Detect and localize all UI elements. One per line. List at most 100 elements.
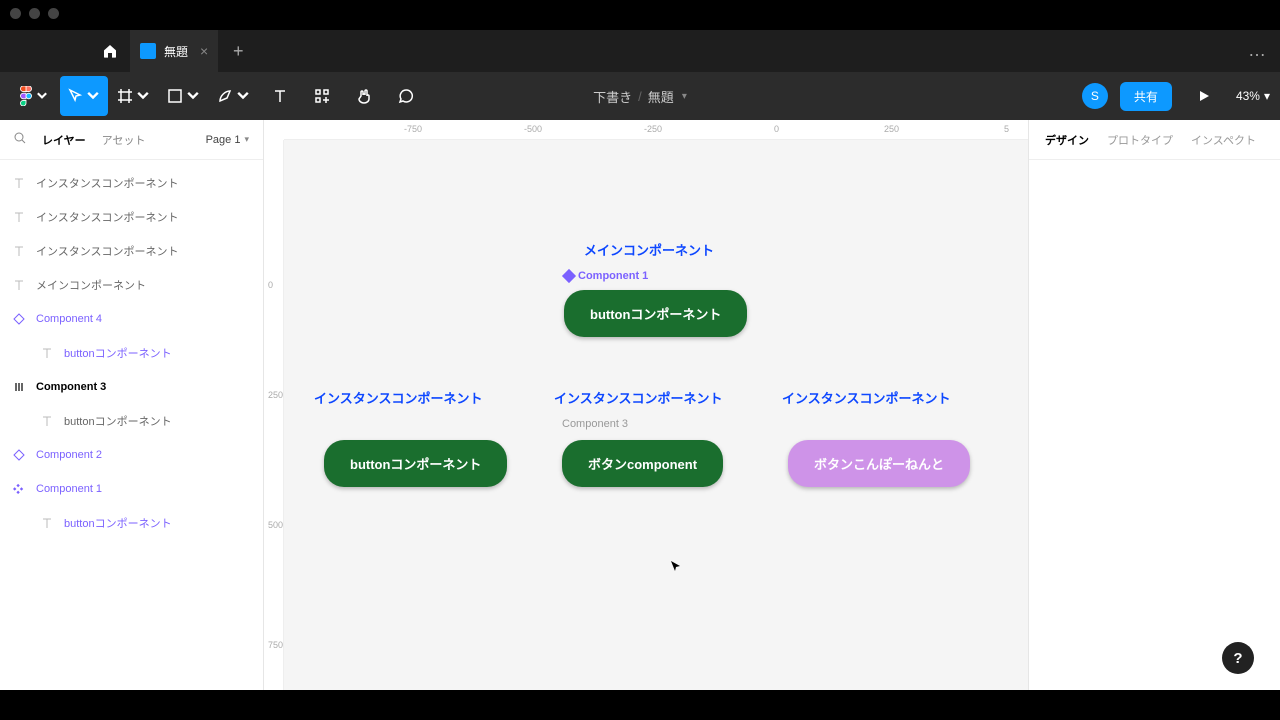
text-icon — [12, 210, 26, 224]
cursor-icon — [67, 88, 83, 104]
inspect-tab[interactable]: インスペクト — [1191, 132, 1256, 148]
layer-item[interactable]: Component 1 — [0, 472, 263, 506]
layer-item[interactable]: Component 2 — [0, 438, 263, 472]
file-tab[interactable]: 無題 × — [130, 30, 218, 72]
hand-tool[interactable] — [344, 76, 384, 116]
draft-label: 下書き — [593, 87, 632, 106]
cursor-icon — [669, 560, 683, 574]
layer-item[interactable]: buttonコンポーネント — [0, 404, 263, 438]
chevron-down-icon: ▾ — [244, 134, 249, 145]
doc-title: 無題 — [648, 87, 674, 106]
breadcrumb-sep: / — [638, 89, 642, 104]
layer-label: buttonコンポーネント — [64, 515, 172, 531]
frame-tool[interactable] — [110, 76, 158, 116]
tab-add-button[interactable]: + — [218, 30, 258, 72]
layer-item[interactable]: Component 4 — [0, 302, 263, 336]
move-tool[interactable] — [60, 76, 108, 116]
traffic-light-close[interactable] — [10, 8, 21, 19]
instance-b-label[interactable]: インスタンスコンポーネント — [554, 388, 722, 407]
file-icon — [140, 43, 156, 59]
pen-tool[interactable] — [210, 76, 258, 116]
rectangle-icon — [167, 88, 183, 104]
avatar[interactable]: S — [1082, 83, 1108, 109]
page-selector[interactable]: Page 1 ▾ — [206, 134, 249, 146]
instance-c-button[interactable]: ボタンこんぽーねんと — [788, 440, 970, 487]
zoom-value: 43% — [1236, 89, 1260, 103]
toolbar: 下書き / 無題 ▾ S 共有 43% ▾ — [0, 72, 1280, 120]
present-button[interactable] — [1184, 76, 1224, 116]
figma-logo-icon — [19, 86, 33, 106]
ruler-tick: 250 — [884, 124, 899, 134]
ruler-vertical: 0250500750 — [264, 140, 284, 690]
ruler-tick: -500 — [524, 124, 542, 134]
ruler-tick: 750 — [268, 640, 283, 650]
tab-close-icon[interactable]: × — [200, 43, 208, 59]
component-icon — [562, 269, 576, 283]
zoom-control[interactable]: 43% ▾ — [1236, 89, 1270, 103]
instance-a-label[interactable]: インスタンスコンポーネント — [314, 388, 482, 407]
comment-icon — [398, 88, 414, 104]
design-tab[interactable]: デザイン — [1045, 132, 1089, 148]
layer-label: Component 3 — [36, 381, 106, 393]
app-menu-more[interactable]: … — [1248, 40, 1268, 61]
layer-item[interactable]: buttonコンポーネント — [0, 506, 263, 540]
resources-icon — [314, 88, 330, 104]
instance-a-button[interactable]: buttonコンポーネント — [324, 440, 507, 487]
canvas[interactable]: -750-500-25002505 0250500750 メインコンポーネント … — [264, 120, 1028, 690]
traffic-light-max[interactable] — [48, 8, 59, 19]
pen-icon — [217, 88, 233, 104]
main-component-label[interactable]: メインコンポーネント — [584, 240, 714, 259]
right-panel: デザイン プロトタイプ インスペクト — [1028, 120, 1280, 690]
instance-b-button[interactable]: ボタンcomponent — [562, 440, 723, 487]
ruler-tick: -750 — [404, 124, 422, 134]
ruler-corner — [264, 120, 284, 140]
ruler-tick: 500 — [268, 520, 283, 530]
text-icon — [12, 278, 26, 292]
canvas-content[interactable]: メインコンポーネント Component 1 buttonコンポーネント インス… — [284, 140, 1028, 690]
home-icon — [101, 43, 119, 59]
layers-tab[interactable]: レイヤー — [42, 132, 86, 148]
layer-label: Component 4 — [36, 313, 102, 325]
assets-tab[interactable]: アセット — [102, 132, 146, 148]
instance-c-label[interactable]: インスタンスコンポーネント — [782, 388, 950, 407]
page-label: Page 1 — [206, 134, 241, 146]
component3-label[interactable]: Component 3 — [562, 418, 628, 430]
layer-item[interactable]: インスタンスコンポーネント — [0, 200, 263, 234]
ruler-tick: -250 — [644, 124, 662, 134]
layer-item[interactable]: インスタンスコンポーネント — [0, 234, 263, 268]
window-controls — [10, 8, 59, 19]
ruler-horizontal: -750-500-25002505 — [284, 120, 1028, 140]
layer-item[interactable]: メインコンポーネント — [0, 268, 263, 302]
text-tool[interactable] — [260, 76, 300, 116]
shape-tool[interactable] — [160, 76, 208, 116]
main-button-instance[interactable]: buttonコンポーネント — [564, 290, 747, 337]
search-icon[interactable] — [14, 132, 26, 147]
help-button[interactable]: ? — [1222, 642, 1254, 674]
left-panel: レイヤー アセット Page 1 ▾ インスタンスコンポーネントインスタンスコン… — [0, 120, 264, 690]
frame-icon — [117, 88, 133, 104]
hand-icon — [356, 88, 372, 104]
document-title-breadcrumb[interactable]: 下書き / 無題 ▾ — [593, 87, 687, 106]
share-button[interactable]: 共有 — [1120, 82, 1172, 111]
ruler-tick: 0 — [774, 124, 779, 134]
comp-outline-icon — [12, 312, 26, 326]
text-icon — [12, 176, 26, 190]
component1-label[interactable]: Component 1 — [564, 270, 648, 282]
comp-filled-icon — [12, 482, 26, 496]
layer-label: インスタンスコンポーネント — [36, 209, 179, 225]
tab-bar: 無題 × + … — [0, 30, 1280, 72]
prototype-tab[interactable]: プロトタイプ — [1107, 132, 1173, 148]
layer-item[interactable]: インスタンスコンポーネント — [0, 166, 263, 200]
layer-label: インスタンスコンポーネント — [36, 243, 179, 259]
chevron-down-icon: ▾ — [1264, 89, 1270, 103]
play-icon — [1197, 89, 1211, 103]
home-tab[interactable] — [90, 30, 130, 72]
resources-tool[interactable] — [302, 76, 342, 116]
layer-item[interactable]: Component 3 — [0, 370, 263, 404]
traffic-light-min[interactable] — [29, 8, 40, 19]
variant-icon — [12, 380, 26, 394]
layer-item[interactable]: buttonコンポーネント — [0, 336, 263, 370]
comment-tool[interactable] — [386, 76, 426, 116]
layer-label: buttonコンポーネント — [64, 413, 172, 429]
figma-menu[interactable] — [10, 76, 58, 116]
